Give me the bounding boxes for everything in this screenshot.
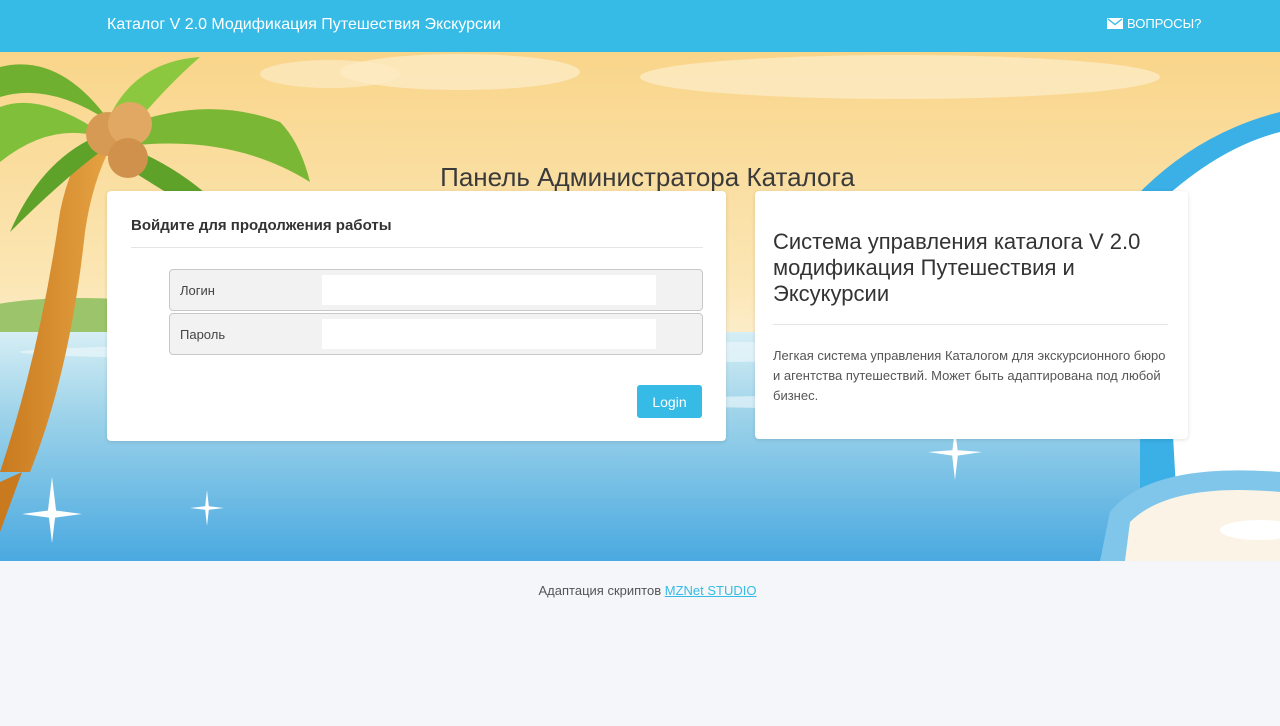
top-navbar: Каталог V 2.0 Модификация Путешествия Эк… — [0, 0, 1280, 52]
questions-link[interactable]: ВОПРОСЫ? — [1107, 16, 1201, 31]
login-button[interactable]: Login — [637, 385, 702, 418]
footer-credit: Адаптация скриптов MZNet STUDIO — [0, 583, 1280, 598]
mail-icon — [1107, 18, 1123, 29]
password-label: Пароль — [180, 327, 226, 342]
footer-studio-link[interactable]: MZNet STUDIO — [665, 583, 757, 598]
page-title: Панель Администратора Каталога — [440, 162, 855, 192]
password-field-group: Пароль — [169, 313, 703, 355]
login-divider — [131, 247, 703, 248]
login-field-group: Логин — [169, 269, 703, 311]
login-heading: Войдите для продолжения работы — [131, 217, 392, 234]
info-divider — [773, 324, 1168, 325]
info-card: Система управления каталога V 2.0 модифи… — [755, 191, 1188, 439]
info-title: Система управления каталога V 2.0 модифи… — [773, 229, 1141, 306]
footer: Адаптация скриптов MZNet STUDIO — [0, 561, 1280, 726]
login-card: Войдите для продолжения работы Логин Пар… — [107, 191, 726, 441]
brand-title[interactable]: Каталог V 2.0 Модификация Путешествия Эк… — [107, 16, 501, 34]
password-input[interactable] — [322, 319, 656, 349]
login-label: Логин — [180, 283, 215, 298]
login-input[interactable] — [322, 275, 656, 305]
info-description: Легкая система управления Каталогом для … — [773, 348, 1166, 403]
questions-label: ВОПРОСЫ? — [1127, 16, 1202, 31]
footer-text: Адаптация скриптов — [538, 583, 662, 598]
